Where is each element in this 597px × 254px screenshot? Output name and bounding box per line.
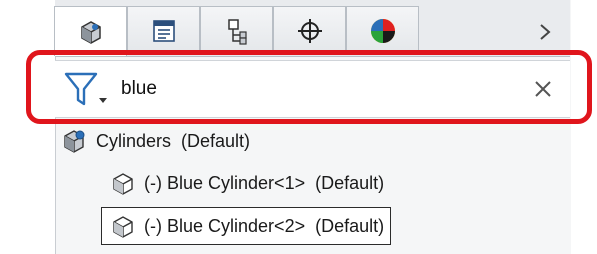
tree-item-name: Blue Cylinder<2> bbox=[167, 215, 306, 236]
dimxpert-crosshair-icon bbox=[297, 18, 322, 43]
tree-item-prefix: (-) bbox=[144, 215, 162, 236]
assembly-icon bbox=[60, 126, 90, 156]
part-icon bbox=[108, 211, 138, 241]
feature-filter-bar bbox=[55, 60, 570, 118]
filter-options-button[interactable] bbox=[61, 68, 111, 112]
tree-item-part-selected[interactable]: (-) Blue Cylinder<2> (Default) bbox=[101, 207, 392, 245]
more-tabs-button[interactable] bbox=[533, 20, 557, 44]
configuration-icon bbox=[227, 18, 247, 45]
tab-propertymanager[interactable] bbox=[127, 6, 200, 54]
tree-item-config: (Default) bbox=[181, 130, 251, 151]
tree-item-part[interactable]: (-) Blue Cylinder<1> (Default) bbox=[108, 166, 384, 200]
property-list-icon bbox=[152, 19, 175, 42]
tab-displaymanager[interactable] bbox=[346, 6, 419, 54]
display-color-pie-icon bbox=[370, 18, 395, 43]
tab-featuremanager[interactable] bbox=[54, 6, 127, 56]
tab-dimxpertmanager[interactable] bbox=[273, 6, 346, 54]
filter-search-input[interactable] bbox=[121, 76, 501, 102]
tree-item-root-assembly[interactable]: Cylinders (Default) bbox=[60, 124, 250, 158]
tree-item-name: Blue Cylinder<1> bbox=[167, 172, 306, 193]
part-cube-icon bbox=[80, 20, 101, 44]
tree-item-config: (Default) bbox=[315, 215, 385, 236]
tree-item-prefix: (-) bbox=[144, 172, 162, 193]
part-icon bbox=[108, 168, 138, 198]
tree-item-name: Cylinders bbox=[96, 130, 172, 151]
filter-funnel-icon bbox=[64, 72, 107, 106]
clear-filter-button[interactable] bbox=[531, 77, 555, 101]
manager-tab-bar bbox=[54, 0, 570, 57]
tab-configurationmanager[interactable] bbox=[200, 6, 273, 54]
chevron-right-icon bbox=[540, 24, 551, 40]
close-icon bbox=[535, 81, 551, 97]
tree-item-config: (Default) bbox=[315, 172, 385, 193]
